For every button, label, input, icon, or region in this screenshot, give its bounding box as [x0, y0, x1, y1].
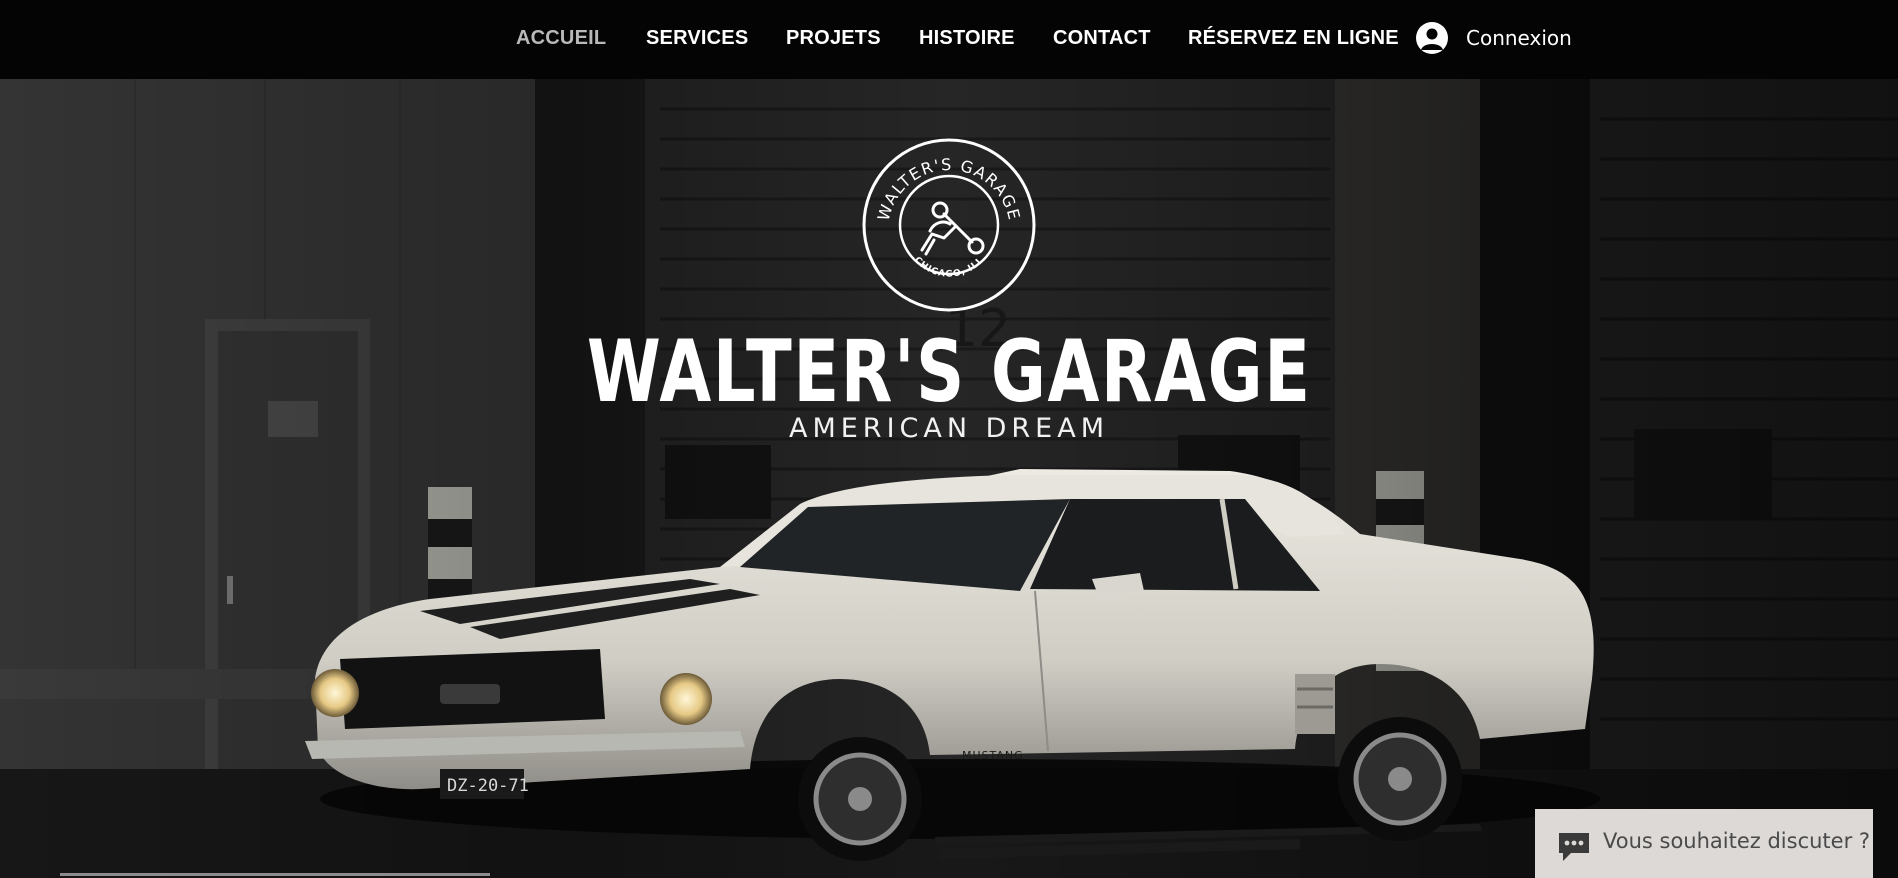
login-label: Connexion	[1466, 26, 1572, 50]
brand-title: WALTER'S GARAGE	[586, 322, 1312, 422]
garage-logo: WALTER'S GARAGE CHICAGO, ILL	[862, 138, 1036, 312]
svg-text:WALTER'S GARAGE: WALTER'S GARAGE	[874, 155, 1024, 223]
scrollbar-track[interactable]	[60, 873, 490, 876]
car-badge-text: MUSTANG	[962, 749, 1024, 762]
nav-item-histoire[interactable]: HISTOIRE	[919, 27, 1015, 50]
chat-widget-label: Vous souhaitez discuter ?	[1603, 829, 1871, 853]
logo-ring-text: WALTER'S GARAGE	[874, 155, 1023, 223]
hero-section: 12	[0, 79, 1898, 878]
nav-item-services[interactable]: SERVICES	[646, 27, 748, 50]
license-plate-text: DZ-20-71	[447, 776, 529, 796]
logo-bottom-text: CHICAGO, ILL	[912, 255, 985, 279]
svg-text:CHICAGO, ILL: CHICAGO, ILL	[912, 255, 986, 279]
nav-item-reservez[interactable]: RÉSERVEZ EN LIGNE	[1188, 27, 1399, 50]
nav-item-accueil[interactable]: ACCUEIL	[516, 27, 606, 50]
site-header: ACCUEIL SERVICES PROJETS HISTOIRE CONTAC…	[0, 0, 1898, 79]
nav-item-projets[interactable]: PROJETS	[786, 27, 881, 50]
user-avatar-icon	[1416, 22, 1448, 54]
nav-item-contact[interactable]: CONTACT	[1053, 27, 1151, 50]
chat-bubble-icon	[1559, 833, 1589, 861]
wrench-hand-icon	[920, 201, 985, 256]
chat-widget-button[interactable]: Vous souhaitez discuter ?	[1535, 809, 1873, 878]
brand-subtitle: AMERICAN DREAM	[788, 413, 1110, 444]
